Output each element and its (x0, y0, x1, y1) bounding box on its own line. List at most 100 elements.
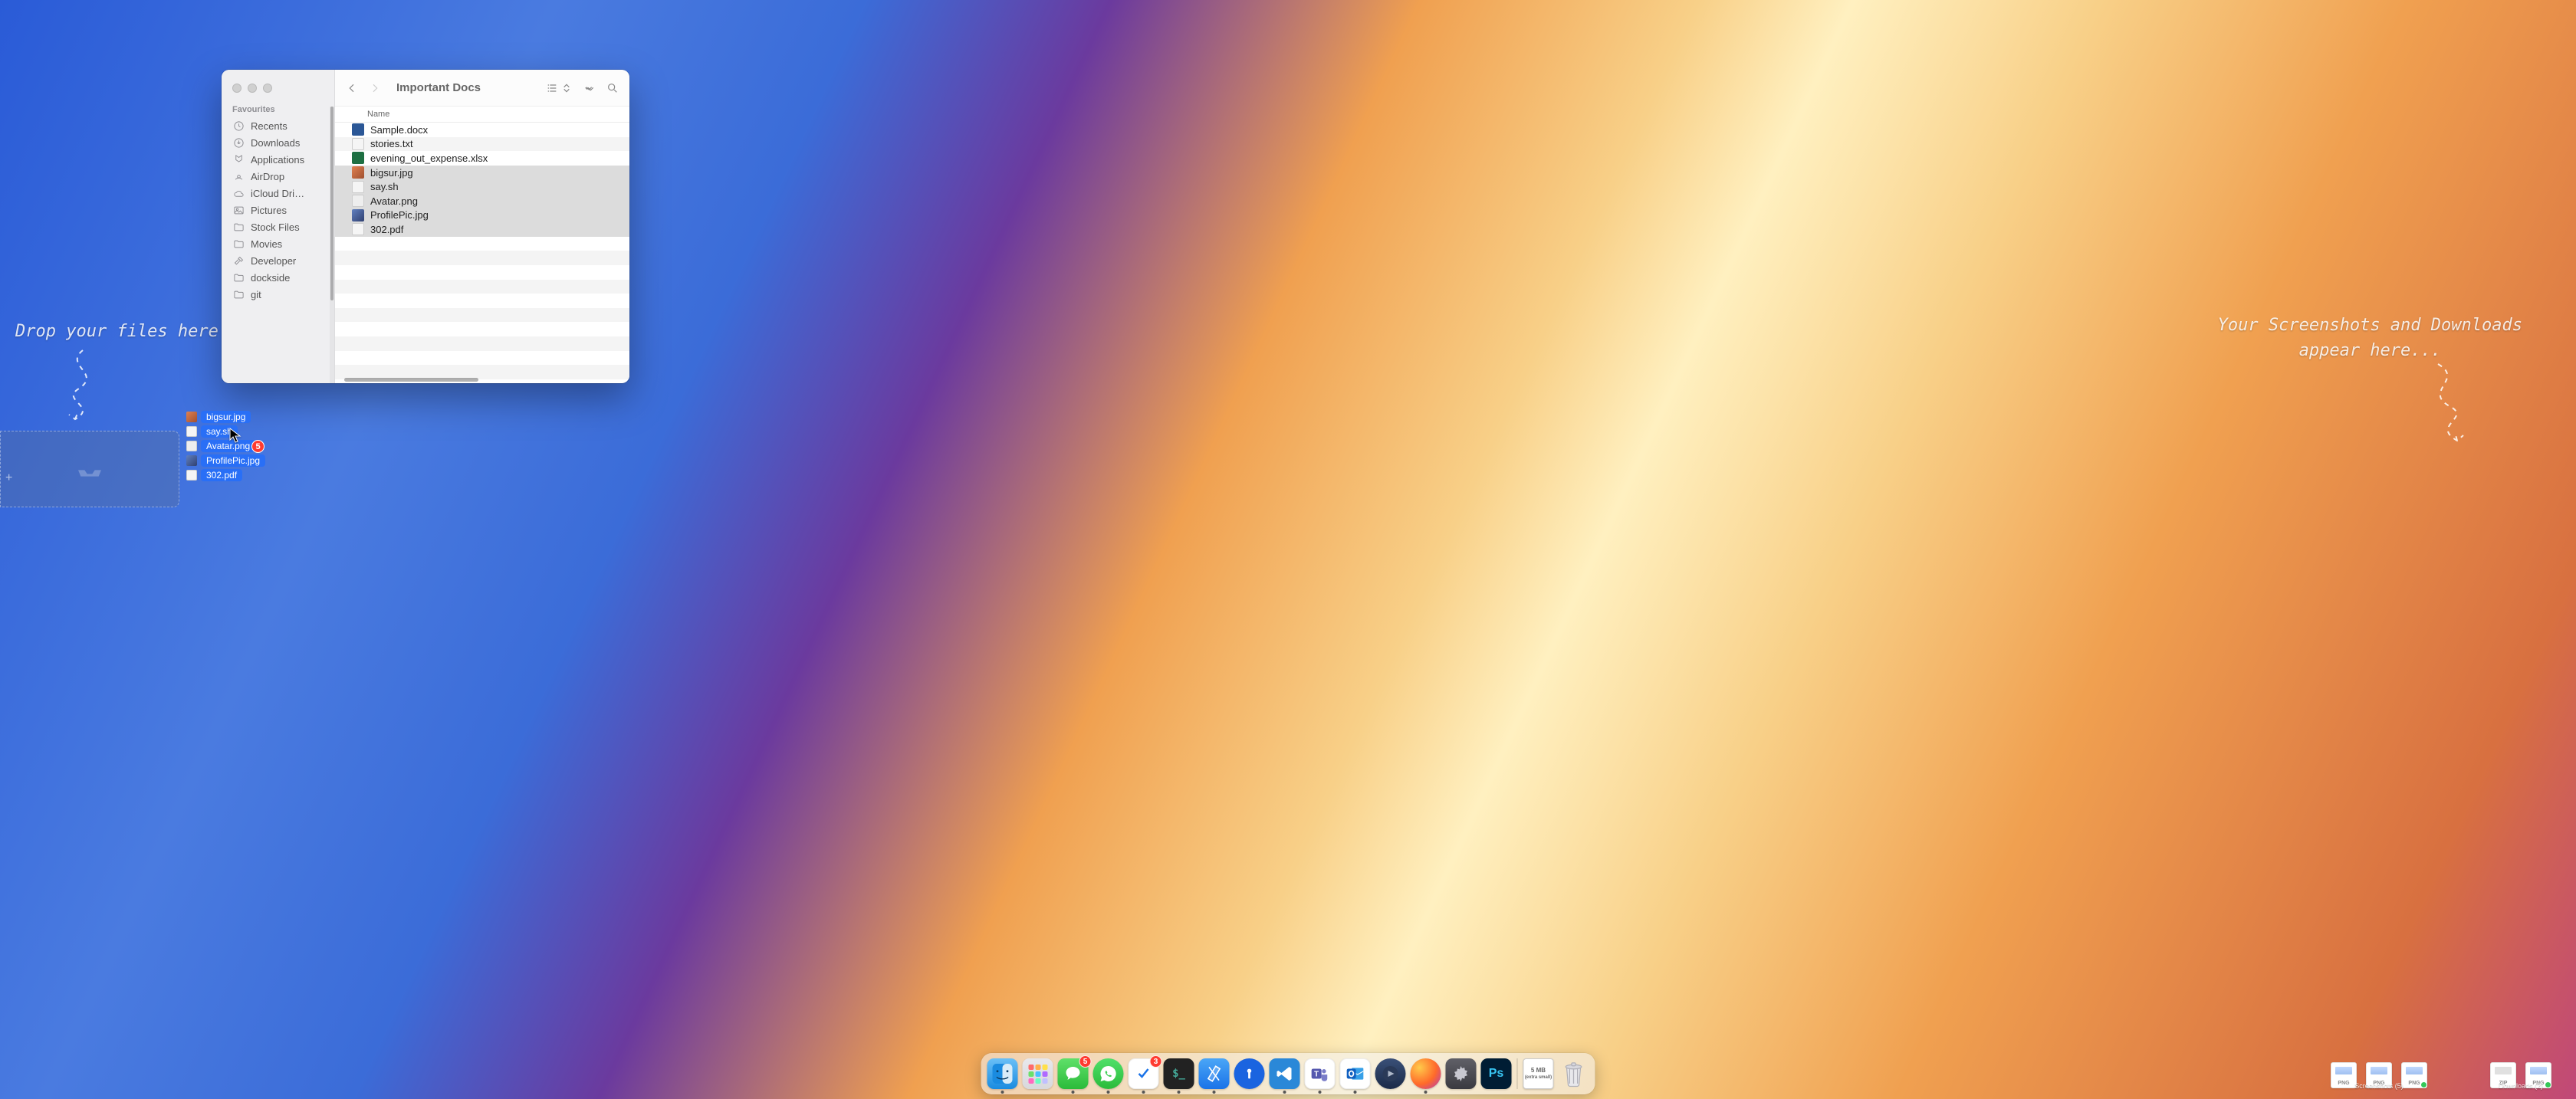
running-indicator (1424, 1091, 1428, 1094)
folder-icon (232, 271, 245, 284)
sidebar-item-downloads[interactable]: Downloads (222, 134, 334, 151)
file-row[interactable]: Avatar.png (335, 194, 629, 208)
empty-row (335, 265, 629, 280)
more-button[interactable] (583, 82, 596, 94)
close-button[interactable] (232, 84, 242, 93)
sidebar-item-label: Applications (251, 154, 304, 166)
column-header-name[interactable]: Name (335, 107, 629, 123)
file-icon (352, 152, 364, 164)
wapp-icon (1093, 1058, 1124, 1089)
1pw-icon (1234, 1058, 1265, 1089)
stack-label: Screenshots (5) (2354, 1082, 2404, 1090)
apps-icon (232, 153, 245, 166)
sidebar-item-recents[interactable]: Recents (222, 117, 334, 134)
sidebar-item-label: Downloads (251, 137, 300, 149)
file-icon (186, 412, 197, 422)
file-name: ProfilePic.jpg (370, 209, 429, 221)
dock-app-term[interactable]: $_ (1162, 1057, 1196, 1091)
empty-row (335, 351, 629, 366)
sidebar-item-applications[interactable]: Applications (222, 151, 334, 168)
finder-toolbar: Important Docs (335, 70, 629, 107)
sidebar-item-movies[interactable]: Movies (222, 235, 334, 252)
finder-window: Favourites Recents Downloads Applications A… (222, 70, 629, 383)
dock-app-outlook[interactable] (1339, 1057, 1372, 1091)
file-name: stories.txt (370, 138, 413, 149)
dock-trash[interactable] (1557, 1057, 1591, 1091)
file-name: bigsur.jpg (370, 167, 413, 179)
arrow-squiggle-left (60, 346, 106, 435)
outlook-icon (1340, 1058, 1371, 1089)
zoom-button[interactable] (263, 84, 272, 93)
sidebar-item-icloud-dri-[interactable]: iCloud Dri… (222, 185, 334, 202)
dock-app-launch[interactable] (1021, 1057, 1055, 1091)
file-row[interactable]: bigsur.jpg (335, 166, 629, 180)
file-row[interactable]: Sample.docx (335, 123, 629, 137)
file-icon (352, 166, 364, 179)
sidebar-item-developer[interactable]: Developer (222, 252, 334, 269)
file-icon (186, 470, 197, 481)
hint-right-line1: Your Screenshots and Downloads (2218, 316, 2522, 335)
back-button[interactable] (346, 82, 358, 94)
dock-app-ps[interactable]: Ps (1480, 1057, 1513, 1091)
dock-app-qt[interactable] (1374, 1057, 1408, 1091)
launch-icon (1023, 1058, 1053, 1089)
new-dot (2545, 1081, 2551, 1088)
sidebar-item-label: iCloud Dri… (251, 188, 304, 199)
qt-icon (1375, 1058, 1406, 1089)
file-row[interactable]: say.sh (335, 179, 629, 194)
drop-shelf[interactable]: + (0, 431, 179, 507)
file-row[interactable]: 302.pdf (335, 222, 629, 237)
view-mode-button[interactable] (546, 82, 573, 94)
sidebar-heading-favourites: Favourites (222, 100, 334, 117)
dock-app-ff[interactable] (1409, 1057, 1443, 1091)
size-icon: 5 MB(extra small) (1523, 1058, 1554, 1089)
dock-app-wapp[interactable] (1092, 1057, 1125, 1091)
sidebar-item-pictures[interactable]: Pictures (222, 202, 334, 218)
sidebar-scrollbar[interactable] (330, 107, 334, 383)
forward-button[interactable] (369, 82, 381, 94)
shelf-plus-icon: + (5, 471, 12, 485)
ps-icon: Ps (1481, 1058, 1512, 1089)
term-icon: $_ (1164, 1058, 1194, 1089)
file-row[interactable]: evening_out_expense.xlsx (335, 151, 629, 166)
stacks-screenshots[interactable]: PNGPNGPNGScreenshots (5) (2328, 1062, 2430, 1088)
horizontal-scrollbar[interactable] (335, 377, 629, 383)
dock-app-settings[interactable] (1444, 1057, 1478, 1091)
drag-item-label: bigsur.jpg (201, 411, 251, 423)
running-indicator (1142, 1091, 1145, 1094)
sidebar-item-stock-files[interactable]: Stock Files (222, 218, 334, 235)
dock-app-finder[interactable] (986, 1057, 1020, 1091)
file-name: Sample.docx (370, 124, 428, 136)
drag-item: 302.pdf (186, 467, 265, 482)
dock-app-tick[interactable]: 3 (1127, 1057, 1161, 1091)
sidebar-item-git[interactable]: git (222, 286, 334, 303)
minimize-button[interactable] (248, 84, 257, 93)
running-indicator (1354, 1091, 1357, 1094)
dock-app-1pw[interactable] (1233, 1057, 1267, 1091)
empty-row (335, 336, 629, 351)
dock-app-msg[interactable]: 5 (1056, 1057, 1090, 1091)
dock-app-teams[interactable]: T (1303, 1057, 1337, 1091)
search-button[interactable] (606, 82, 619, 94)
file-icon (352, 223, 364, 235)
sidebar-item-airdrop[interactable]: AirDrop (222, 168, 334, 185)
file-list: Sample.docx stories.txt evening_out_expens… (335, 123, 629, 383)
download-icon (232, 136, 245, 149)
dock-size-tile[interactable]: 5 MB(extra small) (1522, 1057, 1556, 1091)
cursor-icon (229, 428, 242, 448)
file-icon (186, 426, 197, 437)
stacks-downloads[interactable]: ZIPPNGDownloads (2) (2487, 1062, 2555, 1088)
dock-badge: 5 (1079, 1055, 1092, 1068)
file-icon (186, 441, 197, 451)
thumb-icon: PNG (2401, 1062, 2427, 1088)
shelf-tray-icon (74, 452, 105, 487)
file-row[interactable]: stories.txt (335, 137, 629, 152)
dock-app-vscode[interactable] (1268, 1057, 1302, 1091)
sidebar-item-label: Stock Files (251, 221, 300, 233)
sidebar-item-dockside[interactable]: dockside (222, 269, 334, 286)
dock-app-xcode[interactable] (1198, 1057, 1231, 1091)
sidebar-item-label: Movies (251, 238, 282, 250)
file-row[interactable]: ProfilePic.jpg (335, 208, 629, 223)
svg-text:T: T (1314, 1070, 1319, 1078)
sidebar-item-label: dockside (251, 272, 290, 284)
